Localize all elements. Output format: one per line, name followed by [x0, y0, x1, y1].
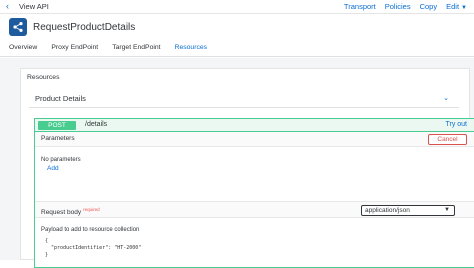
- request-body-bar: Request body required application/json ▼: [35, 201, 474, 218]
- request-body-editor[interactable]: { "productIdentifier": "HT-2000"}: [45, 238, 465, 263]
- operation-header[interactable]: POST /details Try out: [35, 119, 474, 132]
- edit-button[interactable]: Edit ▼: [446, 2, 467, 11]
- chevron-down-icon[interactable]: ⌄: [443, 94, 449, 102]
- tab-resources[interactable]: Resources: [175, 44, 208, 55]
- code-line: "productIdentifier": "HT-2000": [45, 245, 142, 251]
- share-icon: [9, 18, 27, 36]
- try-out-button[interactable]: Try out: [445, 121, 467, 128]
- code-line: {: [45, 238, 49, 244]
- content-type-select[interactable]: application/json ▼: [361, 205, 455, 216]
- object-header: RequestProductDetails Overview Proxy End…: [0, 14, 474, 57]
- back-arrow-icon[interactable]: ‹: [6, 1, 9, 11]
- policies-button[interactable]: Policies: [385, 2, 411, 11]
- add-parameter-link[interactable]: Add: [47, 165, 59, 172]
- page-title: RequestProductDetails: [33, 22, 136, 33]
- top-bar: ‹ View API Transport Policies Copy Edit ▼: [0, 0, 474, 14]
- no-parameters-text: No parameters: [41, 157, 81, 163]
- operation-block: POST /details Try out Parameters Cancel …: [34, 118, 474, 268]
- operation-path: /details: [85, 121, 108, 128]
- content-type-value: application/json: [365, 207, 410, 214]
- parameters-label: Parameters: [41, 135, 75, 142]
- tab-proxy-endpoint[interactable]: Proxy EndPoint: [51, 44, 98, 55]
- request-body-text: Request body: [41, 209, 82, 217]
- parameters-bar: Parameters Cancel: [35, 132, 474, 147]
- toolbar-actions: Transport Policies Copy Edit ▼: [344, 2, 467, 11]
- cancel-button[interactable]: Cancel: [428, 134, 467, 145]
- tab-target-endpoint[interactable]: Target EndPoint: [112, 44, 160, 55]
- resources-section-label: Resources: [27, 74, 60, 81]
- request-body-label: Request body required: [41, 207, 100, 216]
- main-content: Resources Product Details ⌄ POST /detail…: [0, 58, 474, 268]
- copy-button[interactable]: Copy: [420, 2, 438, 11]
- chevron-down-icon: ▼: [461, 5, 467, 11]
- transport-button[interactable]: Transport: [344, 2, 376, 11]
- resources-panel: Resources Product Details ⌄ POST /detail…: [20, 68, 474, 268]
- edit-label: Edit: [446, 2, 460, 11]
- resource-group-title: Product Details: [35, 94, 86, 103]
- tab-bar: Overview Proxy EndPoint Target EndPoint …: [9, 44, 221, 55]
- payload-description: Payload to add to resource collection: [41, 227, 140, 233]
- required-marker: required: [83, 207, 100, 212]
- code-line: }: [45, 252, 49, 258]
- resource-group-header[interactable]: Product Details ⌄: [29, 90, 459, 108]
- chevron-down-icon: ▼: [444, 207, 450, 213]
- http-method-badge: POST: [38, 121, 76, 130]
- tab-overview[interactable]: Overview: [9, 44, 37, 55]
- back-label[interactable]: View API: [19, 2, 49, 11]
